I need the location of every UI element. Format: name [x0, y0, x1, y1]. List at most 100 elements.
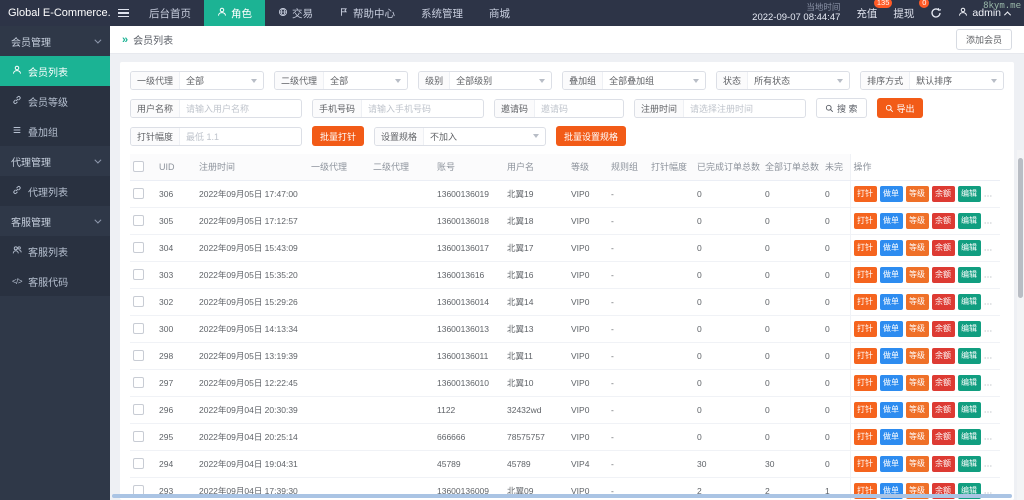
row-action-edit-button[interactable]: 编辑	[958, 186, 981, 202]
row-action-level-button[interactable]: 等级	[906, 186, 929, 202]
app-logo[interactable]: Global E-Commerce...	[0, 7, 110, 19]
row-action-inject-button[interactable]: 打针	[854, 213, 877, 229]
row-action-inject-button[interactable]: 打针	[854, 375, 877, 391]
search-button[interactable]: 搜 索	[816, 98, 867, 118]
row-action-level-button[interactable]: 等级	[906, 294, 929, 310]
phone-field[interactable]: 手机号码 请输入手机号码	[312, 99, 484, 118]
row-action-inject-button[interactable]: 打针	[854, 429, 877, 445]
row-action-edit-button[interactable]: 编辑	[958, 348, 981, 364]
select-all-checkbox[interactable]	[133, 161, 144, 172]
row-action-order-button[interactable]: 做单	[880, 375, 903, 391]
batch-inject-button[interactable]: 批量打针	[312, 126, 364, 146]
filter-agent2-select[interactable]: 二级代理 全部	[274, 71, 408, 90]
vertical-scrollbar-thumb[interactable]	[1018, 158, 1023, 298]
row-checkbox[interactable]	[133, 215, 144, 226]
nav-item-dashboard[interactable]: 后台首页	[136, 0, 204, 26]
row-action-balance-button[interactable]: 余额	[932, 321, 955, 337]
row-checkbox[interactable]	[133, 377, 144, 388]
row-action-level-button[interactable]: 等级	[906, 267, 929, 283]
row-action-balance-button[interactable]: 余额	[932, 267, 955, 283]
row-action-order-button[interactable]: 做单	[880, 294, 903, 310]
register-time-field[interactable]: 注册时间 请选择注册时间	[634, 99, 806, 118]
row-action-balance-button[interactable]: 余额	[932, 456, 955, 472]
row-checkbox[interactable]	[133, 296, 144, 307]
row-action-order-button[interactable]: 做单	[880, 348, 903, 364]
recharge-link[interactable]: 充值 135	[856, 6, 877, 21]
username-field[interactable]: 用户名称 请输入用户名称	[130, 99, 302, 118]
sidebar-item-support-code[interactable]: </> 客服代码	[0, 266, 110, 296]
row-action-order-button[interactable]: 做单	[880, 456, 903, 472]
filter-stack-group-select[interactable]: 叠加组 全部叠加组	[562, 71, 706, 90]
row-action-inject-button[interactable]: 打针	[854, 240, 877, 256]
sidebar-item-member-level[interactable]: 会员等级	[0, 86, 110, 116]
filter-level-select[interactable]: 级别 全部级别	[418, 71, 552, 90]
row-checkbox[interactable]	[133, 404, 144, 415]
row-action-balance-button[interactable]: 余额	[932, 213, 955, 229]
nav-item-help-center[interactable]: 帮助中心	[326, 0, 408, 26]
row-action-edit-button[interactable]: 编辑	[958, 294, 981, 310]
row-action-inject-button[interactable]: 打针	[854, 294, 877, 310]
row-action-level-button[interactable]: 等级	[906, 240, 929, 256]
row-action-edit-button[interactable]: 编辑	[958, 321, 981, 337]
row-action-level-button[interactable]: 等级	[906, 348, 929, 364]
filter-status-select[interactable]: 状态 所有状态	[716, 71, 850, 90]
row-action-edit-button[interactable]: 编辑	[958, 267, 981, 283]
row-checkbox[interactable]	[133, 431, 144, 442]
refresh-icon[interactable]	[930, 7, 942, 19]
sidebar-item-stack-group[interactable]: 叠加组	[0, 116, 110, 146]
row-action-level-button[interactable]: 等级	[906, 375, 929, 391]
row-action-edit-button[interactable]: 编辑	[958, 429, 981, 445]
row-action-edit-button[interactable]: 编辑	[958, 456, 981, 472]
rule-select[interactable]: 设置规格 不加入	[374, 127, 546, 146]
export-button[interactable]: 导出	[877, 98, 923, 118]
row-checkbox[interactable]	[133, 242, 144, 253]
inject-range-field[interactable]: 打针幅度 最低 1.1	[130, 127, 302, 146]
row-action-order-button[interactable]: 做单	[880, 321, 903, 337]
nav-item-roles[interactable]: 角色	[204, 0, 265, 26]
row-action-order-button[interactable]: 做单	[880, 267, 903, 283]
row-action-edit-button[interactable]: 编辑	[958, 213, 981, 229]
row-action-order-button[interactable]: 做单	[880, 186, 903, 202]
row-action-inject-button[interactable]: 打针	[854, 186, 877, 202]
row-action-level-button[interactable]: 等级	[906, 456, 929, 472]
row-action-order-button[interactable]: 做单	[880, 402, 903, 418]
row-checkbox[interactable]	[133, 188, 144, 199]
row-action-balance-button[interactable]: 余额	[932, 186, 955, 202]
nav-item-trade[interactable]: 交易	[265, 0, 326, 26]
row-action-level-button[interactable]: 等级	[906, 213, 929, 229]
row-action-order-button[interactable]: 做单	[880, 213, 903, 229]
menu-toggle-icon[interactable]	[110, 9, 136, 18]
row-action-level-button[interactable]: 等级	[906, 321, 929, 337]
horizontal-scrollbar-thumb[interactable]	[112, 494, 1012, 498]
sidebar-item-agent-list[interactable]: 代理列表	[0, 176, 110, 206]
row-action-balance-button[interactable]: 余额	[932, 294, 955, 310]
sidebar-group-members[interactable]: 会员管理	[0, 26, 110, 56]
vertical-scrollbar[interactable]	[1017, 150, 1024, 500]
add-member-button[interactable]: 添加会员	[956, 29, 1012, 50]
invite-code-field[interactable]: 邀请码 邀请码	[494, 99, 624, 118]
nav-item-system[interactable]: 系统管理	[408, 0, 476, 26]
filter-sort-select[interactable]: 排序方式 默认排序	[860, 71, 1004, 90]
row-checkbox[interactable]	[133, 269, 144, 280]
row-checkbox[interactable]	[133, 350, 144, 361]
row-action-level-button[interactable]: 等级	[906, 429, 929, 445]
row-action-inject-button[interactable]: 打针	[854, 348, 877, 364]
row-action-inject-button[interactable]: 打针	[854, 321, 877, 337]
row-action-level-button[interactable]: 等级	[906, 402, 929, 418]
row-action-balance-button[interactable]: 余额	[932, 375, 955, 391]
sidebar-item-member-list[interactable]: 会员列表	[0, 56, 110, 86]
batch-set-rule-button[interactable]: 批量设置规格	[556, 126, 626, 146]
row-action-edit-button[interactable]: 编辑	[958, 240, 981, 256]
row-action-balance-button[interactable]: 余额	[932, 429, 955, 445]
row-action-balance-button[interactable]: 余额	[932, 402, 955, 418]
nav-item-mall[interactable]: 商城	[476, 0, 523, 26]
row-action-order-button[interactable]: 做单	[880, 429, 903, 445]
sidebar-group-agents[interactable]: 代理管理	[0, 146, 110, 176]
row-action-order-button[interactable]: 做单	[880, 240, 903, 256]
row-action-balance-button[interactable]: 余额	[932, 240, 955, 256]
row-action-edit-button[interactable]: 编辑	[958, 375, 981, 391]
filter-agent1-select[interactable]: 一级代理 全部	[130, 71, 264, 90]
row-checkbox[interactable]	[133, 458, 144, 469]
row-checkbox[interactable]	[133, 323, 144, 334]
row-action-edit-button[interactable]: 编辑	[958, 402, 981, 418]
